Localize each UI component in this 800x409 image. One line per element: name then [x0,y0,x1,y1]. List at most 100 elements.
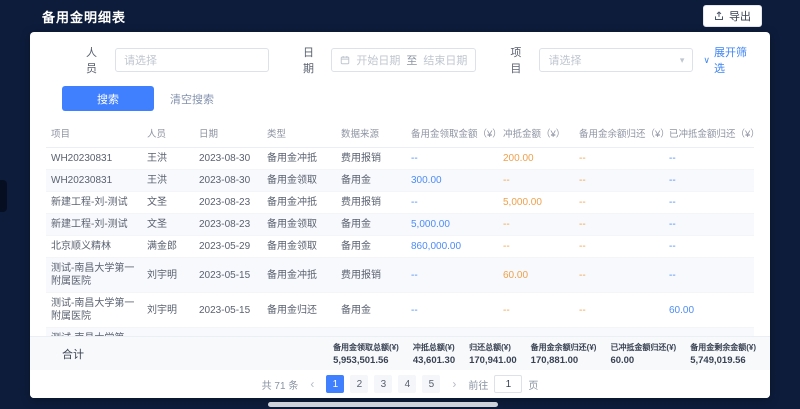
cell-received: -- [406,293,498,328]
summary-item-offset-return: 已冲抵金额归还(¥) 60.00 [610,342,676,366]
col-balance-return: 备用金余额归还（¥） [574,119,664,148]
cell-project: WH20230831 [46,170,142,192]
cell-offset: -- [498,236,574,258]
cell-offset: 60.00 [498,258,574,293]
pagination: 共 71 条 ‹ 1 2 3 4 5 › 前往 页 [30,370,770,398]
person-filter-label: 人员 [86,44,107,76]
scrollbar-thumb[interactable] [268,402,498,407]
cell-offset: -- [498,170,574,192]
cell-type: 备用金领取 [262,170,336,192]
cell-date: 2023-05-15 [194,258,262,293]
cell-offset-return: -- [664,170,754,192]
page-button-2[interactable]: 2 [350,375,368,393]
cell-source: 备用金 [336,328,406,337]
cell-source: 费用报销 [336,258,406,293]
expand-filters-link[interactable]: ∨ 展开筛选 [703,44,756,76]
cell-offset-return: -- [664,192,754,214]
summary-item-received-total: 备用金领取总额(¥) 5,953,501.56 [333,342,399,366]
table-row: 测试-南昌大学第一附属医院 刘宇明 2023-05-15 备用金归还 备用金 -… [46,293,754,328]
col-offset: 冲抵金额（¥） [498,119,574,148]
cell-source: 备用金 [336,293,406,328]
col-date: 日期 [194,119,262,148]
search-button[interactable]: 搜索 [62,86,154,111]
date-end-placeholder: 结束日期 [423,52,467,68]
cell-received: -- [406,258,498,293]
cell-offset-return: -- [664,214,754,236]
cell-type: 备用金冲抵 [262,148,336,170]
page-button-3[interactable]: 3 [374,375,392,393]
cell-date: 2023-08-30 [194,148,262,170]
next-page-button[interactable]: › [446,377,462,391]
page-button-4[interactable]: 4 [398,375,416,393]
table-row: 新建工程-刘-测试 文圣 2023-08-23 备用金领取 备用金 5,000.… [46,214,754,236]
summary-bar: 合计 备用金领取总额(¥) 5,953,501.56 冲抵总额(¥) 43,60… [30,336,770,370]
page-button-5[interactable]: 5 [422,375,440,393]
expand-filters-label: 展开筛选 [714,44,756,76]
topbar: 备用金明细表 导出 [0,0,800,32]
date-separator: 至 [406,52,417,68]
export-button[interactable]: 导出 [703,5,762,27]
project-filter: 项目 请选择 ▾ [510,44,693,76]
cell-source: 费用报销 [336,148,406,170]
cell-offset-return: -- [664,328,754,337]
person-select[interactable]: 请选择 [115,48,269,72]
date-range-picker[interactable]: 开始日期 至 结束日期 [331,48,476,72]
cell-type: 备用金冲抵 [262,192,336,214]
cell-offset-return: 60.00 [664,293,754,328]
detail-table: 项目 人员 日期 类型 数据来源 备用金领取金额（¥） 冲抵金额（¥） 备用金余… [46,119,754,336]
cell-date: 2023-04-20 [194,328,262,337]
cell-received: 5,000.00 [406,214,498,236]
summary-item-label: 已冲抵金额归还(¥) [610,342,676,353]
project-placeholder: 请选择 [548,52,581,68]
cell-balance-return: -- [574,293,664,328]
summary-item-label: 冲抵总额(¥) [413,342,455,353]
cell-person: 王洪 [142,148,194,170]
page: 备用金明细表 导出 人员 请选择 日期 开始日期 [0,0,800,32]
cell-project: 新建工程-刘-测试 [46,214,142,236]
person-filter: 人员 请选择 [86,44,269,76]
table-row: WH20230831 王洪 2023-08-30 备用金冲抵 费用报销 -- 2… [46,148,754,170]
sidebar-collapse-handle[interactable] [0,180,7,212]
summary-item-value: 5,749,019.56 [690,355,756,366]
cell-received: -- [406,192,498,214]
cell-balance-return: -- [574,148,664,170]
date-filter: 日期 开始日期 至 结束日期 [303,44,476,76]
filter-bar: 人员 请选择 日期 开始日期 至 结束日期 项目 请 [30,32,770,76]
cell-person: 刘宇明 [142,293,194,328]
cell-project: 测试-南昌大学第一附属医院 [46,258,142,293]
cell-balance-return: -- [574,170,664,192]
project-select[interactable]: 请选择 ▾ [539,48,693,72]
page-title: 备用金明细表 [42,7,126,26]
cell-date: 2023-08-30 [194,170,262,192]
cell-offset: 5,000.00 [498,192,574,214]
date-filter-label: 日期 [303,44,323,76]
cell-person: 文圣 [142,192,194,214]
cell-person: 文圣 [142,214,194,236]
summary-item-value: 170,941.00 [469,355,517,366]
horizontal-scrollbar[interactable] [0,400,800,409]
summary-item-balance-return: 备用金余额归还(¥) 170,881.00 [531,342,597,366]
cell-balance-return: -- [574,236,664,258]
prev-page-button[interactable]: ‹ [304,377,320,391]
goto-suffix: 页 [528,377,538,392]
report-card: 人员 请选择 日期 开始日期 至 结束日期 项目 请 [30,32,770,398]
cell-source: 费用报销 [336,192,406,214]
cell-balance-return: -- [574,258,664,293]
table-row: WH20230831 王洪 2023-08-30 备用金领取 备用金 300.0… [46,170,754,192]
summary-item-value: 60.00 [610,355,676,366]
cell-person: 刘宇明 [142,258,194,293]
summary-item-return-total: 归还总额(¥) 170,941.00 [469,342,517,366]
col-offset-return: 已冲抵金额归还（¥） [664,119,754,148]
cell-type: 备用金领取 [262,214,336,236]
cell-person: 满金郎 [142,236,194,258]
clear-search-button[interactable]: 清空搜索 [170,91,214,107]
action-bar: 搜索 清空搜索 [30,76,770,119]
cell-received: -- [406,148,498,170]
project-filter-label: 项目 [510,44,531,76]
goto-page-input[interactable] [494,375,522,393]
table-row: 测试-南昌大学第一附属医院 邵梦泽 2023-04-20 备用金领取 备用金 5… [46,328,754,337]
cell-date: 2023-05-15 [194,293,262,328]
cell-type: 备用金归还 [262,293,336,328]
page-button-1[interactable]: 1 [326,375,344,393]
table-row: 测试-南昌大学第一附属医院 刘宇明 2023-05-15 备用金冲抵 费用报销 … [46,258,754,293]
